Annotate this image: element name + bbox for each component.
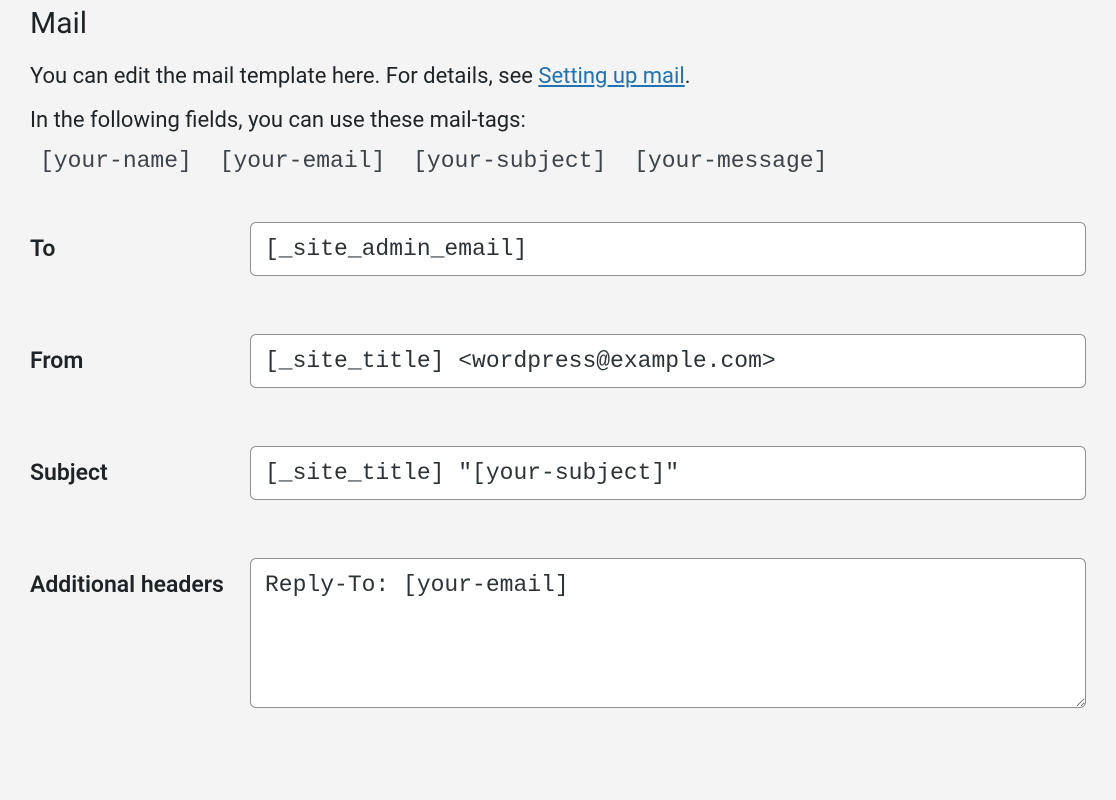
setting-up-mail-link[interactable]: Setting up mail [538, 64, 684, 89]
subject-input[interactable] [250, 446, 1086, 500]
mail-settings-panel: Mail You can edit the mail template here… [0, 6, 1116, 800]
description-line-1: You can edit the mail template here. For… [30, 59, 1086, 95]
mail-tag: [your-name] [40, 148, 192, 174]
to-input[interactable] [250, 222, 1086, 276]
additional-headers-label: Additional headers [30, 558, 250, 603]
from-row: From [30, 334, 1086, 388]
from-input[interactable] [250, 334, 1086, 388]
description-suffix: . [685, 64, 691, 89]
description-prefix: You can edit the mail template here. For… [30, 64, 538, 89]
to-row: To [30, 222, 1086, 276]
additional-headers-row: Additional headers [30, 558, 1086, 712]
section-title: Mail [30, 6, 1086, 41]
mail-tag: [your-message] [634, 148, 827, 174]
to-label: To [30, 222, 250, 267]
description-line-2: In the following fields, you can use the… [30, 103, 1086, 139]
mail-tag: [your-subject] [413, 148, 606, 174]
from-label: From [30, 334, 250, 379]
mail-tag: [your-email] [220, 148, 386, 174]
subject-label: Subject [30, 446, 250, 491]
additional-headers-textarea[interactable] [250, 558, 1086, 708]
mail-tags-list: [your-name] [your-email] [your-subject] … [40, 148, 1086, 174]
mail-form-table: To From Subject Additional headers [30, 222, 1086, 713]
subject-row: Subject [30, 446, 1086, 500]
